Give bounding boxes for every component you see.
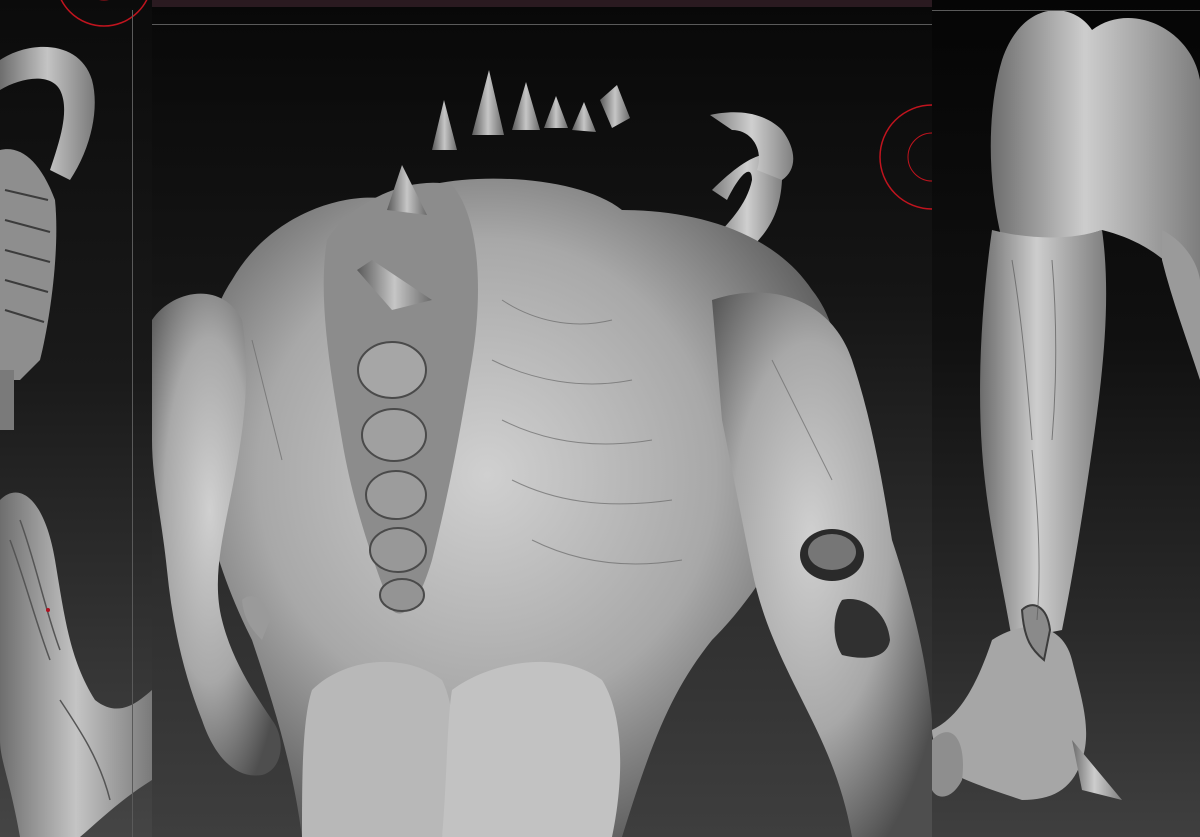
spike bbox=[600, 85, 630, 128]
viewport-panel-right[interactable] bbox=[932, 0, 1200, 837]
spike bbox=[432, 100, 457, 150]
glute-right-shape bbox=[442, 661, 621, 837]
sculpt-left-view bbox=[0, 46, 152, 837]
glute-left-shape bbox=[302, 661, 454, 837]
viewport-panel-left[interactable] bbox=[0, 0, 152, 837]
zbrush-viewport-collage bbox=[0, 0, 1200, 837]
spike bbox=[572, 102, 596, 132]
tail-spike-shape bbox=[1072, 740, 1122, 800]
sculpt-center-view bbox=[152, 70, 932, 837]
torso-edge-shape bbox=[0, 370, 14, 430]
arm-hole-inner-upper bbox=[808, 534, 856, 570]
brush-ring-icon bbox=[52, 0, 152, 32]
top-strip bbox=[152, 0, 932, 7]
sculpt-right-view bbox=[932, 10, 1200, 800]
marker-dot bbox=[46, 608, 50, 612]
spike bbox=[544, 96, 568, 128]
spike bbox=[472, 70, 504, 135]
claw-shape bbox=[932, 732, 963, 797]
spine-segment-shape bbox=[0, 149, 57, 380]
forearm-shape bbox=[0, 492, 152, 837]
frame-line-horizontal bbox=[152, 24, 932, 25]
viewport-panel-center[interactable] bbox=[152, 0, 932, 837]
frame-line-vertical bbox=[132, 10, 133, 837]
brush-ring-small-icon bbox=[878, 104, 932, 210]
spike bbox=[512, 82, 540, 130]
frame-line-horizontal bbox=[932, 10, 1200, 11]
left-leg-shape bbox=[980, 230, 1107, 640]
